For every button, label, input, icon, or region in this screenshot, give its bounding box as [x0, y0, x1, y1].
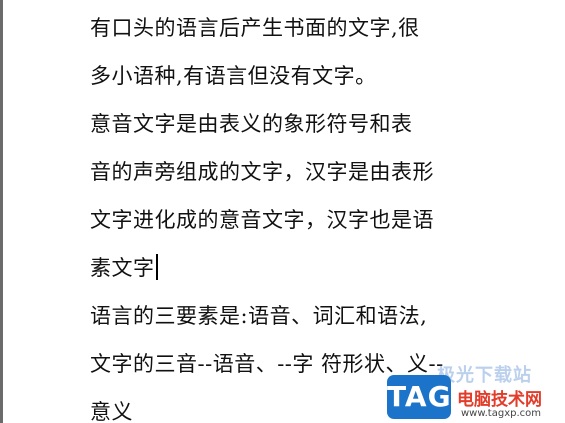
- paragraph-line[interactable]: 素文字: [90, 248, 510, 296]
- paragraph-line[interactable]: 意音文字是由表义的象形符号和表: [90, 104, 510, 152]
- line-text: 素文字: [90, 256, 155, 280]
- tag-logo: TAG: [387, 375, 451, 419]
- watermark-site-name: 电脑技术网: [457, 390, 542, 410]
- line-text: 音的声旁组成的文字，汉字是由表形: [90, 160, 434, 184]
- line-text: 文字进化成的意音文字，汉字也是语: [90, 208, 434, 232]
- line-text: 意音文字是由表义的象形符号和表: [90, 112, 413, 136]
- document-page: 有口头的语言后产生书面的文字,很 多小语种,有语言但没有文字。 意音文字是由表义…: [0, 0, 565, 423]
- paragraph-line[interactable]: 音的声旁组成的文字，汉字是由表形: [90, 152, 510, 200]
- watermark-url: www.tagxp.com: [461, 408, 541, 419]
- text-cursor: [155, 254, 158, 280]
- line-text: 意义: [90, 400, 133, 423]
- paragraph-line[interactable]: 语言的三要素是:语音、词汇和语法,: [90, 296, 510, 344]
- line-text: 语言的三要素是:语音、词汇和语法,: [90, 304, 428, 328]
- paragraph-line[interactable]: 多小语种,有语言但没有文字。: [90, 56, 510, 104]
- line-text: 多小语种,有语言但没有文字。: [90, 64, 377, 88]
- paragraph-line[interactable]: 有口头的语言后产生书面的文字,很: [90, 8, 510, 56]
- page-left-border: [0, 0, 3, 423]
- line-text: 有口头的语言后产生书面的文字,很: [90, 16, 420, 40]
- site-watermark: 极光下载站 TAG 电脑技术网 www.tagxp.com: [387, 365, 565, 423]
- paragraph-line[interactable]: 文字进化成的意音文字，汉字也是语: [90, 200, 510, 248]
